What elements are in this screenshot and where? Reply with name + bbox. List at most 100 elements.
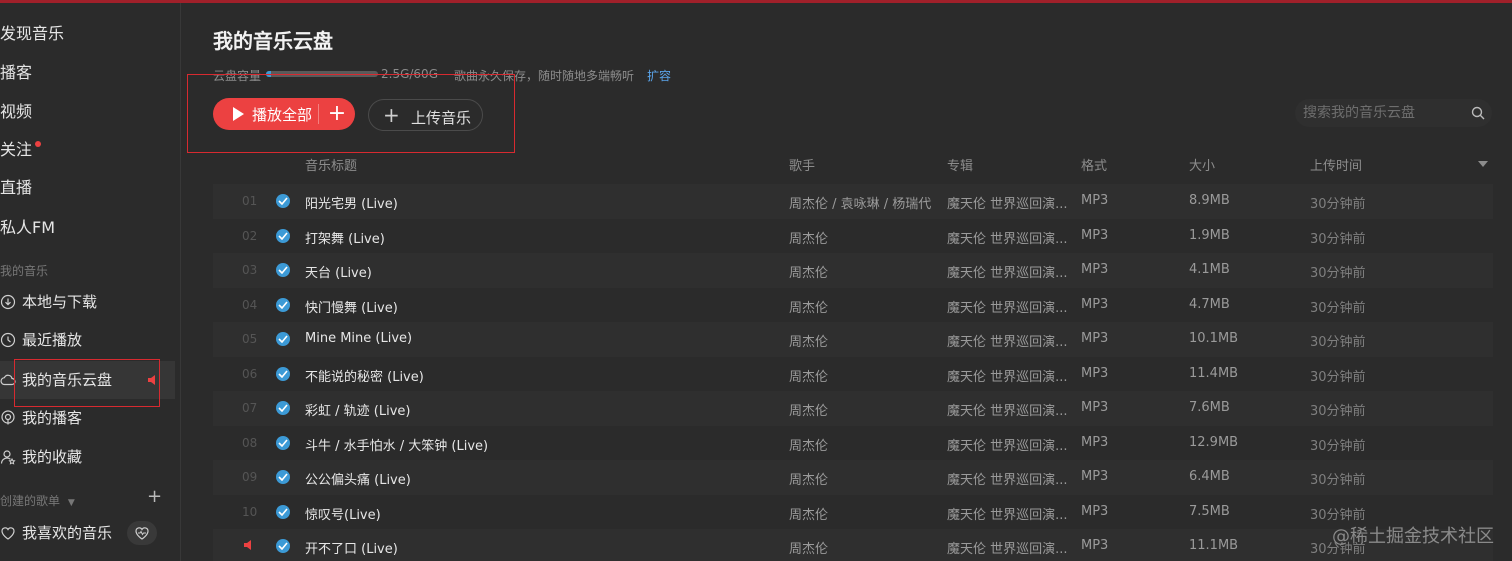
- sidebar-item-fm[interactable]: 私人FM: [0, 213, 55, 243]
- table-row[interactable]: 09 公公偏头痛 (Live) 周杰伦 魔天伦 世界巡回演... MP3 6.4MB 30分…: [213, 460, 1493, 495]
- song-size: 1.9MB: [1189, 227, 1230, 243]
- highlight-box: [14, 359, 160, 407]
- song-album[interactable]: 魔天伦 世界巡回演...: [947, 469, 1068, 488]
- song-upload-time: 30分钟前: [1310, 300, 1366, 316]
- song-size: 8.9MB: [1189, 193, 1230, 208]
- table-row[interactable]: 04 快门慢舞 (Live) 周杰伦 魔天伦 世界巡回演... MP3 4.7MB 30分钟…: [213, 288, 1493, 323]
- table-row[interactable]: 08 斗牛 / 水手怕水 / 大笨钟 (Live) 周杰伦 魔天伦 世界巡回演... M…: [213, 426, 1493, 461]
- sidebar-item-my-podcast[interactable]: 我的播客: [0, 403, 170, 433]
- song-artist[interactable]: 周杰伦: [789, 262, 934, 281]
- column-artist[interactable]: 歌手: [789, 155, 815, 174]
- song-artist[interactable]: 周杰伦 / 袁咏琳 / 杨瑞代: [789, 193, 934, 212]
- table-row[interactable]: 01 阳光宅男 (Live) 周杰伦 / 袁咏琳 / 杨瑞代 魔天伦 世界巡回演...…: [213, 184, 1493, 219]
- song-title[interactable]: 阳光宅男 (Live): [305, 193, 398, 212]
- heartbeat-icon: [135, 527, 149, 540]
- expand-link[interactable]: 扩容: [647, 67, 671, 84]
- heart-mode-button[interactable]: [127, 521, 157, 545]
- song-upload-time: 30分钟前: [1310, 266, 1366, 281]
- table-row[interactable]: 06 不能说的秘密 (Live) 周杰伦 魔天伦 世界巡回演... MP3 11.4MB 3…: [213, 357, 1493, 392]
- song-artist[interactable]: 周杰伦: [789, 504, 934, 523]
- sidebar-item-follow[interactable]: 关注: [0, 135, 41, 165]
- sidebar-item-local-download[interactable]: 本地与下载: [0, 287, 170, 317]
- table-header: 音乐标题 歌手 专辑 格式 大小 上传时间: [213, 155, 1488, 175]
- add-to-queue-icon[interactable]: +: [325, 100, 349, 128]
- notification-dot: [35, 141, 41, 147]
- table-row[interactable]: 07 彩虹 / 轨迹 (Live) 周杰伦 魔天伦 世界巡回演... MP3 7.6MB 3…: [213, 391, 1493, 426]
- search-input[interactable]: [1303, 102, 1463, 124]
- table-row[interactable]: 05 Mine Mine (Live) 周杰伦 魔天伦 世界巡回演... MP3 10.1…: [213, 322, 1493, 357]
- song-artist[interactable]: 周杰伦: [789, 297, 934, 316]
- cloud-check-icon: [276, 263, 290, 277]
- sort-caret-icon[interactable]: [1478, 161, 1488, 167]
- upload-music-button[interactable]: + 上传音乐: [368, 99, 483, 131]
- cloud-check-icon: [276, 366, 290, 381]
- column-format[interactable]: 格式: [1081, 155, 1107, 174]
- main-content: 我的音乐云盘 云盘容量 2.5G/60G 歌曲永久保存，随时随地多端畅听 扩容 …: [182, 3, 1512, 561]
- song-album[interactable]: 魔天伦 世界巡回演...: [947, 228, 1068, 247]
- sidebar-item-podcast[interactable]: 播客: [0, 58, 32, 88]
- row-index: 07: [242, 401, 258, 415]
- song-title[interactable]: 开不了口 (Live): [305, 538, 398, 557]
- table-row[interactable]: 开不了口 (Live) 周杰伦 魔天伦 世界巡回演... MP3 11.1MB 30分钟前: [213, 529, 1493, 561]
- column-album[interactable]: 专辑: [947, 155, 973, 174]
- song-album[interactable]: 魔天伦 世界巡回演...: [947, 435, 1068, 454]
- song-title[interactable]: 不能说的秘密 (Live): [305, 366, 424, 385]
- song-title[interactable]: 快门慢舞 (Live): [305, 297, 398, 316]
- song-artist[interactable]: 周杰伦: [789, 538, 934, 557]
- column-size[interactable]: 大小: [1189, 155, 1215, 174]
- song-title[interactable]: 天台 (Live): [305, 262, 372, 281]
- song-format: MP3: [1081, 227, 1109, 243]
- song-album[interactable]: 魔天伦 世界巡回演...: [947, 366, 1068, 385]
- song-title[interactable]: Mine Mine (Live): [305, 331, 412, 346]
- play-all-button[interactable]: 播放全部 +: [213, 98, 355, 130]
- song-upload-time: 30分钟前: [1310, 507, 1366, 523]
- song-artist[interactable]: 周杰伦: [789, 228, 934, 247]
- sidebar-item-recent[interactable]: 最近播放: [0, 325, 170, 355]
- sidebar: 发现音乐 播客 视频 关注 直播 私人FM 我的音乐 本地与下载 最近播放 我的…: [0, 3, 181, 561]
- add-playlist-icon[interactable]: +: [147, 486, 162, 507]
- table-row[interactable]: 10 惊叹号(Live) 周杰伦 魔天伦 世界巡回演... MP3 7.5MB 30分钟前: [213, 495, 1493, 530]
- row-index: 02: [242, 228, 258, 243]
- song-album[interactable]: 魔天伦 世界巡回演...: [947, 538, 1068, 557]
- song-album[interactable]: 魔天伦 世界巡回演...: [947, 400, 1068, 419]
- song-upload-time: 30分钟前: [1310, 231, 1366, 247]
- table-row[interactable]: 03 天台 (Live) 周杰伦 魔天伦 世界巡回演... MP3 4.1MB 30分钟前: [213, 253, 1493, 288]
- song-format: MP3: [1081, 365, 1109, 381]
- song-size: 10.1MB: [1189, 331, 1239, 346]
- song-size: 6.4MB: [1189, 469, 1230, 484]
- sidebar-item-video[interactable]: 视频: [0, 97, 32, 127]
- song-artist[interactable]: 周杰伦: [789, 366, 934, 385]
- song-upload-time: 30分钟前: [1310, 369, 1366, 385]
- song-album[interactable]: 魔天伦 世界巡回演...: [947, 297, 1068, 316]
- song-album[interactable]: 魔天伦 世界巡回演...: [947, 262, 1068, 281]
- column-uploaded[interactable]: 上传时间: [1310, 155, 1362, 174]
- song-album[interactable]: 魔天伦 世界巡回演...: [947, 193, 1068, 212]
- download-icon: [0, 294, 16, 310]
- song-format: MP3: [1081, 400, 1109, 415]
- song-title[interactable]: 斗牛 / 水手怕水 / 大笨钟 (Live): [305, 435, 488, 454]
- table-row[interactable]: 02 打架舞 (Live) 周杰伦 魔天伦 世界巡回演... MP3 1.9MB 30分钟前: [213, 219, 1493, 254]
- cloud-check-icon: [276, 539, 290, 553]
- song-title[interactable]: 彩虹 / 轨迹 (Live): [305, 400, 410, 419]
- song-album[interactable]: 魔天伦 世界巡回演...: [947, 331, 1068, 350]
- row-index: 08: [242, 435, 258, 450]
- cloud-check-icon: [276, 297, 290, 312]
- song-artist[interactable]: 周杰伦: [789, 400, 934, 419]
- heart-icon: [1, 527, 15, 540]
- search-icon[interactable]: [1471, 106, 1485, 120]
- sidebar-item-live[interactable]: 直播: [0, 173, 32, 203]
- sidebar-item-discover[interactable]: 发现音乐: [0, 19, 64, 49]
- column-title[interactable]: 音乐标题: [305, 155, 357, 174]
- song-artist[interactable]: 周杰伦: [789, 331, 934, 350]
- song-artist[interactable]: 周杰伦: [789, 469, 934, 488]
- song-title[interactable]: 惊叹号(Live): [305, 504, 381, 523]
- sidebar-item-favorites[interactable]: 我的收藏: [0, 442, 170, 472]
- song-title[interactable]: 公公偏头痛 (Live): [305, 469, 411, 488]
- song-format: MP3: [1081, 193, 1109, 208]
- song-format: MP3: [1081, 262, 1109, 277]
- song-size: 4.1MB: [1189, 262, 1230, 277]
- row-index: 04: [242, 297, 258, 312]
- song-artist[interactable]: 周杰伦: [789, 435, 934, 454]
- song-title[interactable]: 打架舞 (Live): [305, 228, 385, 247]
- song-album[interactable]: 魔天伦 世界巡回演...: [947, 504, 1068, 523]
